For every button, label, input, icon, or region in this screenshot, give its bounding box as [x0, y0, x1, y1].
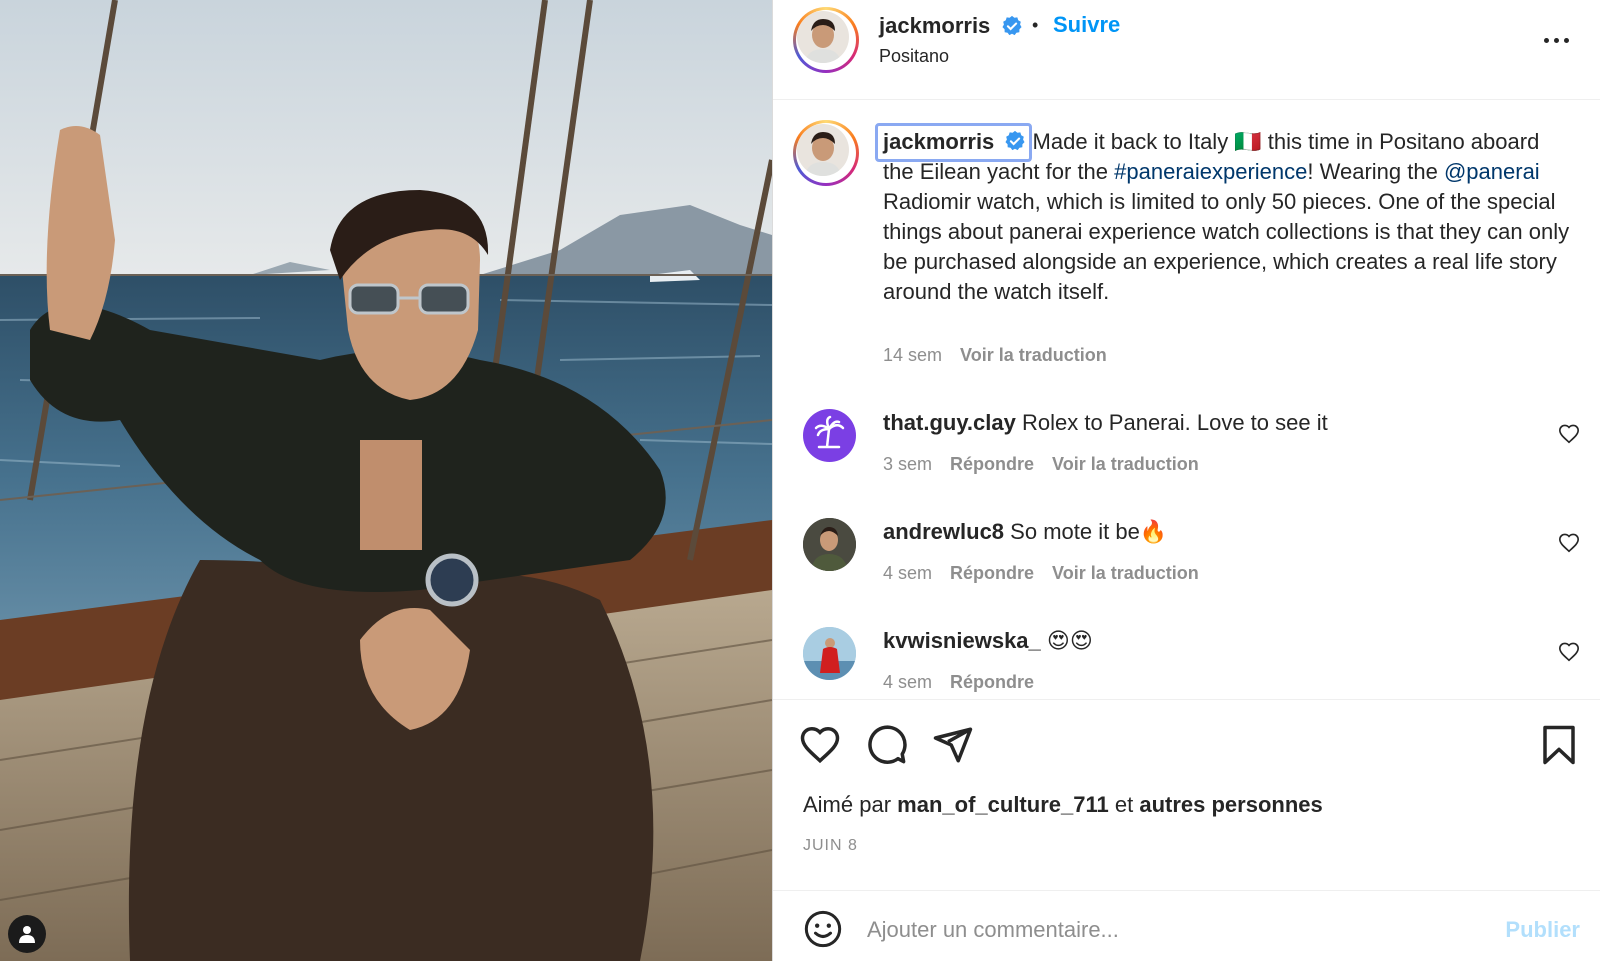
- post-header: jackmorris • Suivre Positano: [773, 0, 1600, 100]
- comment-avatar-image: [803, 627, 856, 680]
- comment-age: 4 sem: [883, 563, 933, 583]
- more-options-icon[interactable]: [1544, 30, 1578, 50]
- reply-button[interactable]: Répondre: [950, 454, 1034, 474]
- post-caption: jackmorris Made it back to Italy 🇮🇹 this…: [875, 123, 1573, 307]
- caption-avatar-image: [797, 124, 849, 176]
- comment-meta: 4 sem Répondre Voir la traduction: [883, 563, 1199, 584]
- reply-button[interactable]: Répondre: [950, 672, 1034, 692]
- caption-age: 14 sem: [883, 345, 943, 365]
- comment-like-heart-icon[interactable]: [1558, 423, 1580, 445]
- comment-username[interactable]: that.guy.clay: [883, 410, 1016, 435]
- caption-meta: 14 sem Voir la traduction: [883, 345, 1107, 366]
- header-separator: •: [1032, 15, 1039, 35]
- liked-by-others[interactable]: autres personnes: [1139, 792, 1322, 817]
- caption-translate-link[interactable]: Voir la traduction: [960, 345, 1107, 365]
- comment-avatar[interactable]: [803, 409, 856, 462]
- caption-mention[interactable]: @panerai: [1444, 159, 1540, 184]
- comment-body: 😍😍: [1046, 628, 1093, 653]
- verified-badge-icon: [1005, 130, 1025, 151]
- comment-text: kvwisniewska_ 😍😍: [883, 628, 1093, 654]
- post-actions: Aimé par man_of_culture_711 et autres pe…: [773, 699, 1600, 961]
- heart-icon[interactable]: [799, 724, 841, 766]
- post-photo[interactable]: [0, 0, 772, 961]
- liked-by-user[interactable]: man_of_culture_711: [897, 792, 1109, 817]
- comment-text: andrewluc8 So mote it be🔥: [883, 519, 1167, 545]
- emoji-icon[interactable]: [803, 909, 843, 949]
- tagged-users-button[interactable]: [8, 915, 46, 953]
- post-date[interactable]: JUIN 8: [803, 837, 858, 855]
- palm-tree-icon: [814, 415, 845, 449]
- author-avatar-image: [797, 11, 849, 63]
- comment-username[interactable]: andrewluc8: [883, 519, 1004, 544]
- comment-meta: 3 sem Répondre Voir la traduction: [883, 454, 1199, 475]
- comment-avatar[interactable]: [803, 627, 856, 680]
- comment-like-heart-icon[interactable]: [1558, 641, 1580, 663]
- comment-avatar[interactable]: [803, 518, 856, 571]
- likes-middle: et: [1114, 792, 1134, 817]
- verified-badge-icon: [1002, 15, 1022, 36]
- caption-text-3: Radiomir watch, which is limited to only…: [883, 189, 1570, 304]
- comment-body: So mote it be🔥: [1010, 519, 1168, 544]
- caption-hashtag[interactable]: #paneraiexperience: [1114, 159, 1307, 184]
- post-location[interactable]: Positano: [879, 46, 949, 67]
- comment-translate-link[interactable]: Voir la traduction: [1052, 563, 1199, 583]
- caption-text-2: ! Wearing the: [1307, 159, 1444, 184]
- reply-button[interactable]: Répondre: [950, 563, 1034, 583]
- comment-body: Rolex to Panerai. Love to see it: [1021, 410, 1328, 435]
- add-comment-bar: Publier: [773, 890, 1600, 963]
- post-modal: jackmorris • Suivre Positano jackmorris …: [0, 0, 1600, 961]
- comment-text: that.guy.clay Rolex to Panerai. Love to …: [883, 410, 1328, 436]
- comment-translate-link[interactable]: Voir la traduction: [1052, 454, 1199, 474]
- comment-input[interactable]: [865, 909, 1469, 951]
- bookmark-icon[interactable]: [1538, 724, 1580, 766]
- caption-avatar[interactable]: [793, 120, 859, 186]
- likes-summary: Aimé par man_of_culture_711 et autres pe…: [803, 792, 1323, 818]
- author-avatar[interactable]: [793, 7, 859, 73]
- photo-scene: [0, 0, 772, 961]
- comment-avatar-image: [803, 518, 856, 571]
- comment-age: 4 sem: [883, 672, 933, 692]
- caption-username-text: jackmorris: [883, 129, 995, 154]
- publish-button[interactable]: Publier: [1505, 917, 1580, 943]
- comment-meta: 4 sem Répondre: [883, 672, 1034, 693]
- caption-username[interactable]: jackmorris: [875, 123, 1033, 162]
- comments-list[interactable]: jackmorris Made it back to Italy 🇮🇹 this…: [773, 101, 1600, 699]
- comment-like-heart-icon[interactable]: [1558, 532, 1580, 554]
- share-icon[interactable]: [932, 724, 974, 766]
- comment-icon[interactable]: [866, 724, 908, 766]
- post-sidebar: jackmorris • Suivre Positano jackmorris …: [772, 0, 1600, 961]
- follow-button[interactable]: Suivre: [1053, 12, 1120, 38]
- comment-username[interactable]: kvwisniewska_: [883, 628, 1041, 653]
- comment-age: 3 sem: [883, 454, 933, 474]
- header-username[interactable]: jackmorris: [879, 13, 990, 39]
- likes-prefix: Aimé par: [803, 792, 892, 817]
- user-tag-icon: [19, 926, 35, 943]
